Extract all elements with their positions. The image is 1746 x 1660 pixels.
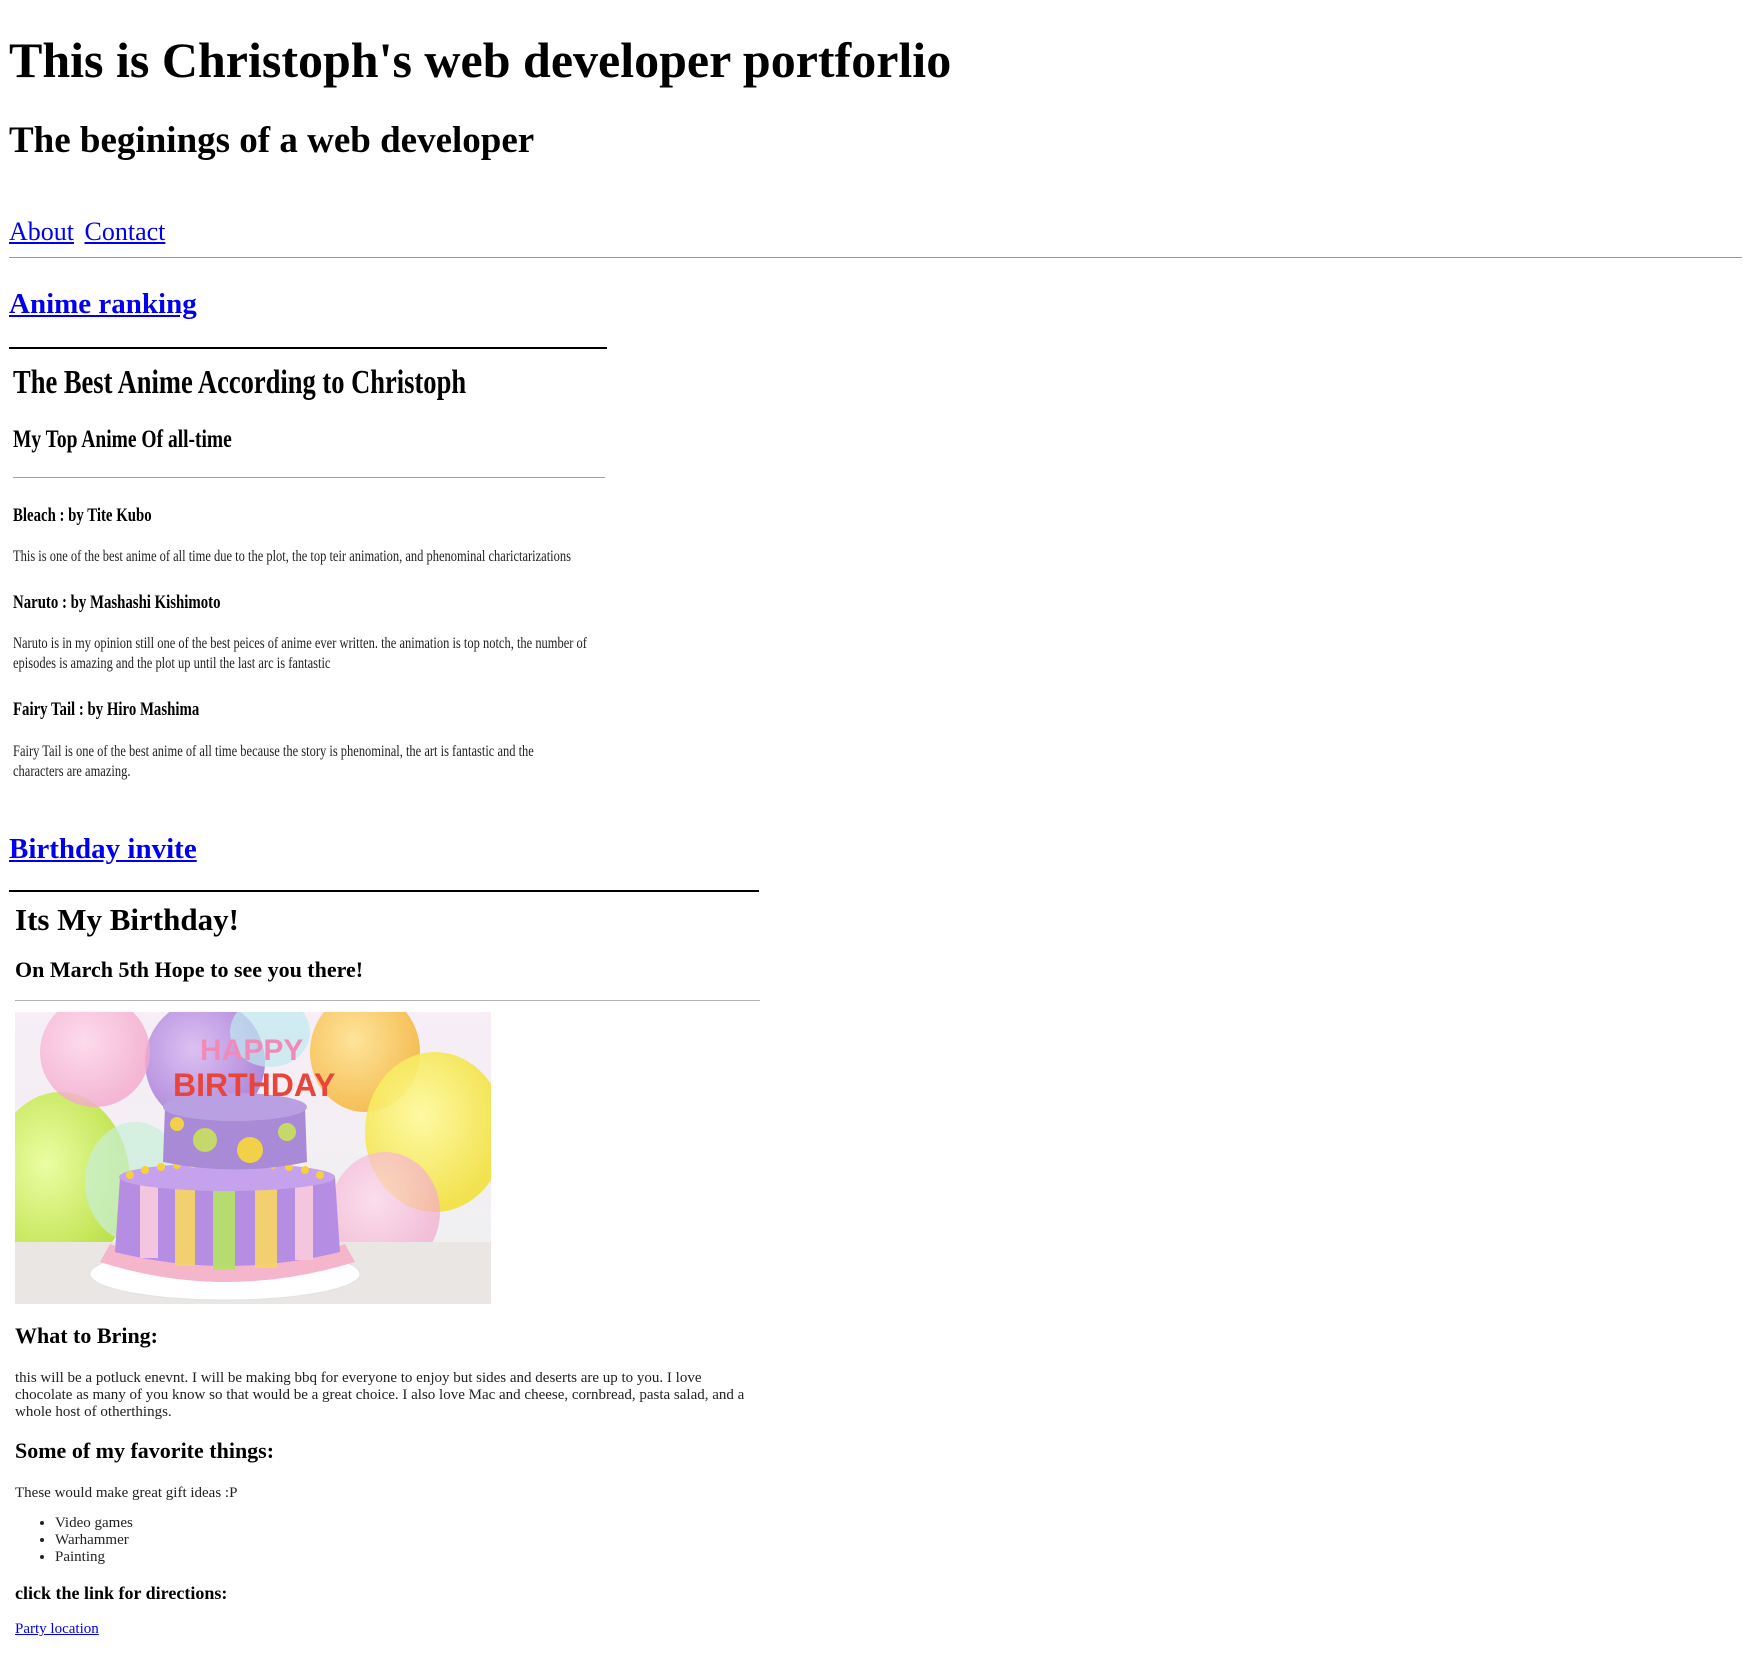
page-subtitle: The beginings of a web developer xyxy=(9,120,535,161)
directions-heading: click the link for directions: xyxy=(15,1583,228,1603)
birthday-cake-image: HAPPY BIRTHDAY xyxy=(15,1012,491,1304)
anime-subheading: My Top Anime Of all-time xyxy=(13,426,232,453)
favorites-list: Video games Warhammer Painting xyxy=(15,1515,133,1566)
list-item: Video games xyxy=(55,1515,133,1532)
anime-item-title: Fairy Tail : by Hiro Mashima xyxy=(13,699,200,720)
anime-heading: The Best Anime According to Christoph xyxy=(13,364,467,401)
birthday-heading: Its My Birthday! xyxy=(15,902,239,937)
main-nav: About Contact xyxy=(9,216,169,248)
birthday-invite-card: Its My Birthday! On March 5th Hope to se… xyxy=(9,890,760,1652)
what-to-bring-text: this will be a potluck enevnt. I will be… xyxy=(15,1370,745,1420)
nav-about-link[interactable]: About xyxy=(9,217,74,246)
anime-item-title: Naruto : by Mashashi Kishimoto xyxy=(13,592,221,613)
favorites-intro: These would make great gift ideas :P xyxy=(15,1485,238,1501)
anime-item-description: This is one of the best anime of all tim… xyxy=(13,548,571,565)
party-location-link[interactable]: Party location xyxy=(15,1620,99,1638)
header-divider xyxy=(9,257,1742,258)
anime-item-description: Naruto is in my opinion still one of the… xyxy=(13,635,587,672)
what-to-bring-heading: What to Bring: xyxy=(15,1323,158,1348)
image-text-birthday: BIRTHDAY xyxy=(173,1067,335,1103)
page-title: This is Christoph's web developer portfo… xyxy=(9,32,952,88)
anime-divider xyxy=(13,477,605,478)
anime-item-description: Fairy Tail is one of the best anime of a… xyxy=(13,743,534,780)
list-item: Painting xyxy=(55,1549,133,1566)
birthday-subheading: On March 5th Hope to see you there! xyxy=(15,957,364,982)
favorites-heading: Some of my favorite things: xyxy=(15,1438,275,1463)
anime-ranking-link[interactable]: Anime ranking xyxy=(9,285,197,323)
anime-item-title: Bleach : by Tite Kubo xyxy=(13,505,152,526)
anime-ranking-card: The Best Anime According to Christoph My… xyxy=(9,347,607,789)
birthday-invite-link[interactable]: Birthday invite xyxy=(9,830,197,868)
nav-contact-link[interactable]: Contact xyxy=(85,217,166,246)
birthday-divider xyxy=(15,1000,760,1001)
list-item: Warhammer xyxy=(55,1532,133,1549)
image-text-happy: HAPPY xyxy=(200,1034,303,1067)
